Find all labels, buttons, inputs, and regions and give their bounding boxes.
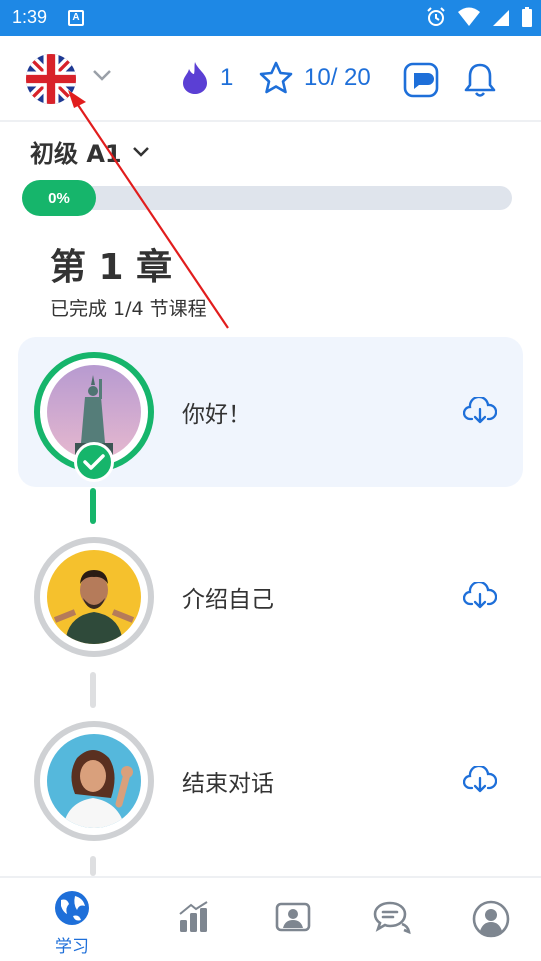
lesson-title: 结束对话 (182, 771, 274, 797)
level-label: 初级 A1 (30, 140, 122, 168)
chapter-progress-text: 已完成 1/4 节课程 (50, 298, 207, 320)
nav-stats[interactable] (164, 900, 224, 938)
stars-counter[interactable]: 10/ 20 (258, 60, 371, 96)
streak-counter[interactable]: 1 (180, 60, 233, 96)
lesson-title: 介绍自己 (182, 587, 274, 613)
lesson-item[interactable]: 结束对话 (18, 706, 523, 856)
nav-chat[interactable] (362, 900, 422, 940)
lesson-item[interactable]: 你好！ (18, 337, 523, 487)
status-bar: 1:39 A (0, 0, 541, 36)
lesson-title: 你好！ (182, 402, 251, 428)
globe-icon (55, 891, 89, 925)
signal-icon (493, 10, 509, 26)
bell-icon[interactable] (462, 61, 498, 99)
profile-icon (472, 900, 510, 938)
nav-profile[interactable] (461, 900, 521, 942)
man-pointing-photo (47, 550, 141, 644)
lesson-avatar-ring (34, 537, 154, 657)
message-icon[interactable] (403, 62, 439, 98)
wifi-icon (458, 7, 480, 26)
contact-card-icon (275, 902, 311, 932)
nav-contacts[interactable] (263, 902, 323, 936)
chevron-down-icon[interactable] (92, 68, 112, 82)
status-time: 1:39 (12, 7, 48, 27)
lesson-connector (90, 856, 96, 876)
level-selector[interactable]: 初级 A1 (30, 134, 150, 169)
nav-learn[interactable]: 学习 (42, 890, 102, 957)
cloud-download-icon[interactable] (463, 397, 497, 425)
stars-count: 10/ 20 (304, 64, 371, 91)
app-badge-icon: A (68, 10, 84, 26)
nav-learn-label: 学习 (55, 937, 89, 957)
lesson-connector (90, 672, 96, 708)
progress-badge: 0% (22, 180, 96, 216)
stats-icon (179, 901, 208, 932)
completed-check-icon (74, 442, 114, 482)
streak-count: 1 (220, 64, 234, 91)
flame-icon (183, 62, 207, 94)
uk-flag-icon[interactable] (26, 54, 76, 104)
cloud-download-icon[interactable] (463, 582, 497, 610)
top-bar: 1 10/ 20 (0, 36, 541, 122)
chat-bubbles-icon (373, 901, 411, 935)
battery-icon (522, 7, 532, 27)
lesson-avatar-ring (34, 721, 154, 841)
chapter-title: 第 1 章 (50, 247, 173, 288)
woman-waving-photo (47, 734, 141, 828)
bottom-nav: 学习 (0, 876, 541, 961)
lesson-connector (90, 488, 96, 524)
cloud-download-icon[interactable] (463, 766, 497, 794)
star-icon (259, 61, 293, 94)
lesson-item[interactable]: 介绍自己 (18, 522, 523, 672)
alarm-icon (427, 7, 445, 26)
chevron-down-icon (132, 146, 149, 157)
system-icons (425, 6, 533, 28)
